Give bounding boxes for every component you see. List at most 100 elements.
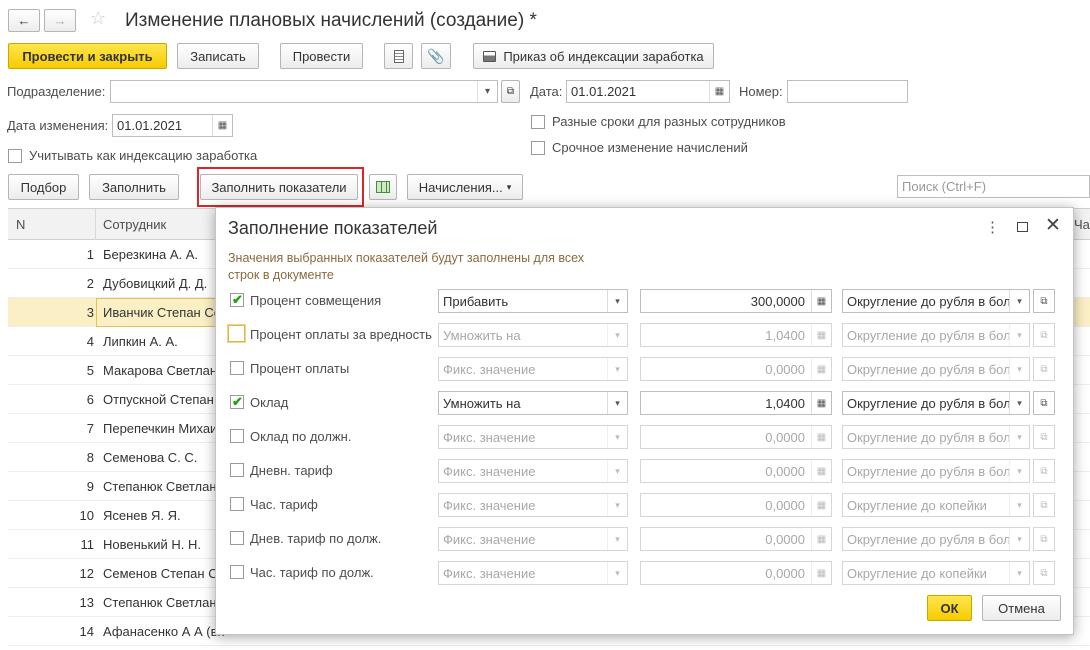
post-button[interactable]: Провести xyxy=(280,43,363,69)
rounding-select[interactable]: Округление до рубля в бол ▾ xyxy=(842,391,1030,415)
rounding-select[interactable]: Округление до копейки ▾ xyxy=(842,561,1030,585)
calculator-icon[interactable]: ▦ xyxy=(811,562,831,584)
operation-select[interactable]: Умножить на ▾ xyxy=(438,391,628,415)
operation-select[interactable]: Фикс. значение ▾ xyxy=(438,357,628,381)
chevron-down-icon[interactable]: ▾ xyxy=(1009,562,1029,584)
employee-cell[interactable]: Семенова С. С. xyxy=(103,450,197,465)
value-input[interactable]: 300,0000 ▦ xyxy=(640,289,832,313)
employee-cell[interactable]: Степанюк Светлан xyxy=(103,479,217,494)
rounding-select[interactable]: Округление до рубля в бол ▾ xyxy=(842,323,1030,347)
open-rounding-button[interactable]: ⧉ xyxy=(1033,323,1055,347)
operation-select[interactable]: Прибавить ▾ xyxy=(438,289,628,313)
maximize-icon[interactable] xyxy=(1017,222,1028,232)
chevron-down-icon[interactable]: ▾ xyxy=(607,562,627,584)
chevron-down-icon[interactable]: ▾ xyxy=(1009,528,1029,550)
rounding-select[interactable]: Округление до рубля в бол ▾ xyxy=(842,527,1030,551)
value-input[interactable]: 0,0000 ▦ xyxy=(640,459,832,483)
open-rounding-button[interactable]: ⧉ xyxy=(1033,289,1055,313)
calculator-icon[interactable]: ▦ xyxy=(811,392,831,414)
rounding-select[interactable]: Округление до копейки ▾ xyxy=(842,493,1030,517)
rounding-select[interactable]: Округление до рубля в бол ▾ xyxy=(842,289,1030,313)
value-input[interactable]: 0,0000 ▦ xyxy=(640,527,832,551)
rounding-select[interactable]: Округление до рубля в бол ▾ xyxy=(842,357,1030,381)
employee-cell[interactable]: Отпускной Степан xyxy=(103,392,214,407)
operation-select[interactable]: Фикс. значение ▾ xyxy=(438,527,628,551)
forward-button[interactable]: → xyxy=(44,9,76,32)
indicator-checkbox[interactable] xyxy=(230,531,244,545)
more-icon[interactable]: ⋮ xyxy=(985,218,1000,236)
chevron-down-icon[interactable]: ▾ xyxy=(607,358,627,380)
value-input[interactable]: 0,0000 ▦ xyxy=(640,357,832,381)
employee-cell[interactable]: Семенов Степан С xyxy=(103,566,218,581)
rounding-select[interactable]: Округление до рубля в бол ▾ xyxy=(842,459,1030,483)
value-input[interactable]: 0,0000 ▦ xyxy=(640,561,832,585)
open-rounding-button[interactable]: ⧉ xyxy=(1033,561,1055,585)
chevron-down-icon[interactable]: ▾ xyxy=(1009,494,1029,516)
employee-cell[interactable]: Липкин А. А. xyxy=(103,334,178,349)
attach-button[interactable]: 📎 xyxy=(421,43,451,69)
chevron-down-icon[interactable]: ▾ xyxy=(1009,358,1029,380)
open-division-button[interactable]: ⧉ xyxy=(501,80,520,103)
star-icon[interactable]: ☆ xyxy=(90,8,106,29)
open-rounding-button[interactable]: ⧉ xyxy=(1033,391,1055,415)
value-input[interactable]: 0,0000 ▦ xyxy=(640,425,832,449)
operation-select[interactable]: Фикс. значение ▾ xyxy=(438,561,628,585)
post-and-close-button[interactable]: Провести и закрыть xyxy=(8,43,167,69)
indicator-checkbox[interactable] xyxy=(230,429,244,443)
calendar-icon[interactable]: ▦ xyxy=(212,115,232,136)
report-button[interactable] xyxy=(384,43,413,69)
chevron-down-icon[interactable]: ▾ xyxy=(1009,460,1029,482)
open-rounding-button[interactable]: ⧉ xyxy=(1033,493,1055,517)
column-partial-header[interactable]: Час xyxy=(1074,217,1090,232)
operation-select[interactable]: Фикс. значение ▾ xyxy=(438,459,628,483)
open-rounding-button[interactable]: ⧉ xyxy=(1033,425,1055,449)
calculator-icon[interactable]: ▦ xyxy=(811,290,831,312)
employee-cell[interactable]: Макарова Светлан xyxy=(103,363,217,378)
indexation-checkbox[interactable] xyxy=(8,149,22,163)
chevron-down-icon[interactable]: ▾ xyxy=(1009,324,1029,346)
indicator-checkbox[interactable] xyxy=(230,565,244,579)
indicator-checkbox[interactable] xyxy=(230,463,244,477)
indicator-checkbox[interactable] xyxy=(230,497,244,511)
calculator-icon[interactable]: ▦ xyxy=(811,426,831,448)
employee-cell[interactable]: Новенький Н. Н. xyxy=(103,537,201,552)
calculator-icon[interactable]: ▦ xyxy=(811,324,831,346)
open-rounding-button[interactable]: ⧉ xyxy=(1033,527,1055,551)
chevron-down-icon[interactable]: ▾ xyxy=(607,528,627,550)
calculator-icon[interactable]: ▦ xyxy=(811,494,831,516)
employee-cell[interactable]: Березкина А. А. xyxy=(103,247,198,262)
rounding-select[interactable]: Округление до рубля в бол ▾ xyxy=(842,425,1030,449)
different-terms-checkbox[interactable] xyxy=(531,115,545,129)
column-employee-header[interactable]: Сотрудник xyxy=(103,217,166,232)
chevron-down-icon[interactable]: ▾ xyxy=(1009,426,1029,448)
employee-cell[interactable]: Перепечкин Михаи xyxy=(103,421,217,436)
chevron-down-icon[interactable]: ▾ xyxy=(607,324,627,346)
indicator-checkbox[interactable]: ✔ xyxy=(230,293,244,307)
chevron-down-icon[interactable]: ▾ xyxy=(607,290,627,312)
operation-select[interactable]: Фикс. значение ▾ xyxy=(438,493,628,517)
operation-select[interactable]: Фикс. значение ▾ xyxy=(438,425,628,449)
column-n-header[interactable]: N xyxy=(16,217,25,232)
calendar-icon[interactable]: ▦ xyxy=(709,81,729,102)
close-icon[interactable]: ✕ xyxy=(1045,214,1061,237)
employee-cell[interactable]: Степанюк Светлан xyxy=(103,595,217,610)
chevron-down-icon[interactable]: ▾ xyxy=(1009,392,1029,414)
value-input[interactable]: 1,0400 ▦ xyxy=(640,323,832,347)
indexation-order-button[interactable]: Приказ об индексации заработка xyxy=(473,43,714,69)
calculator-icon[interactable]: ▦ xyxy=(811,358,831,380)
accruals-button[interactable]: Начисления... ▾ xyxy=(407,174,523,200)
value-input[interactable]: 0,0000 ▦ xyxy=(640,493,832,517)
chevron-down-icon[interactable]: ▾ xyxy=(607,426,627,448)
operation-select[interactable]: Умножить на ▾ xyxy=(438,323,628,347)
value-input[interactable]: 1,0400 ▦ xyxy=(640,391,832,415)
calculator-icon[interactable]: ▦ xyxy=(811,528,831,550)
chevron-down-icon[interactable]: ▾ xyxy=(477,81,497,102)
division-field[interactable]: ▾ xyxy=(110,80,498,103)
chevron-down-icon[interactable]: ▾ xyxy=(607,460,627,482)
chevron-down-icon[interactable]: ▾ xyxy=(607,494,627,516)
open-rounding-button[interactable]: ⧉ xyxy=(1033,357,1055,381)
calculator-icon[interactable]: ▦ xyxy=(811,460,831,482)
back-button[interactable]: ← xyxy=(8,9,40,32)
fill-indicators-button[interactable]: Заполнить показатели xyxy=(200,174,358,200)
indicator-checkbox[interactable]: ✔ xyxy=(230,395,244,409)
